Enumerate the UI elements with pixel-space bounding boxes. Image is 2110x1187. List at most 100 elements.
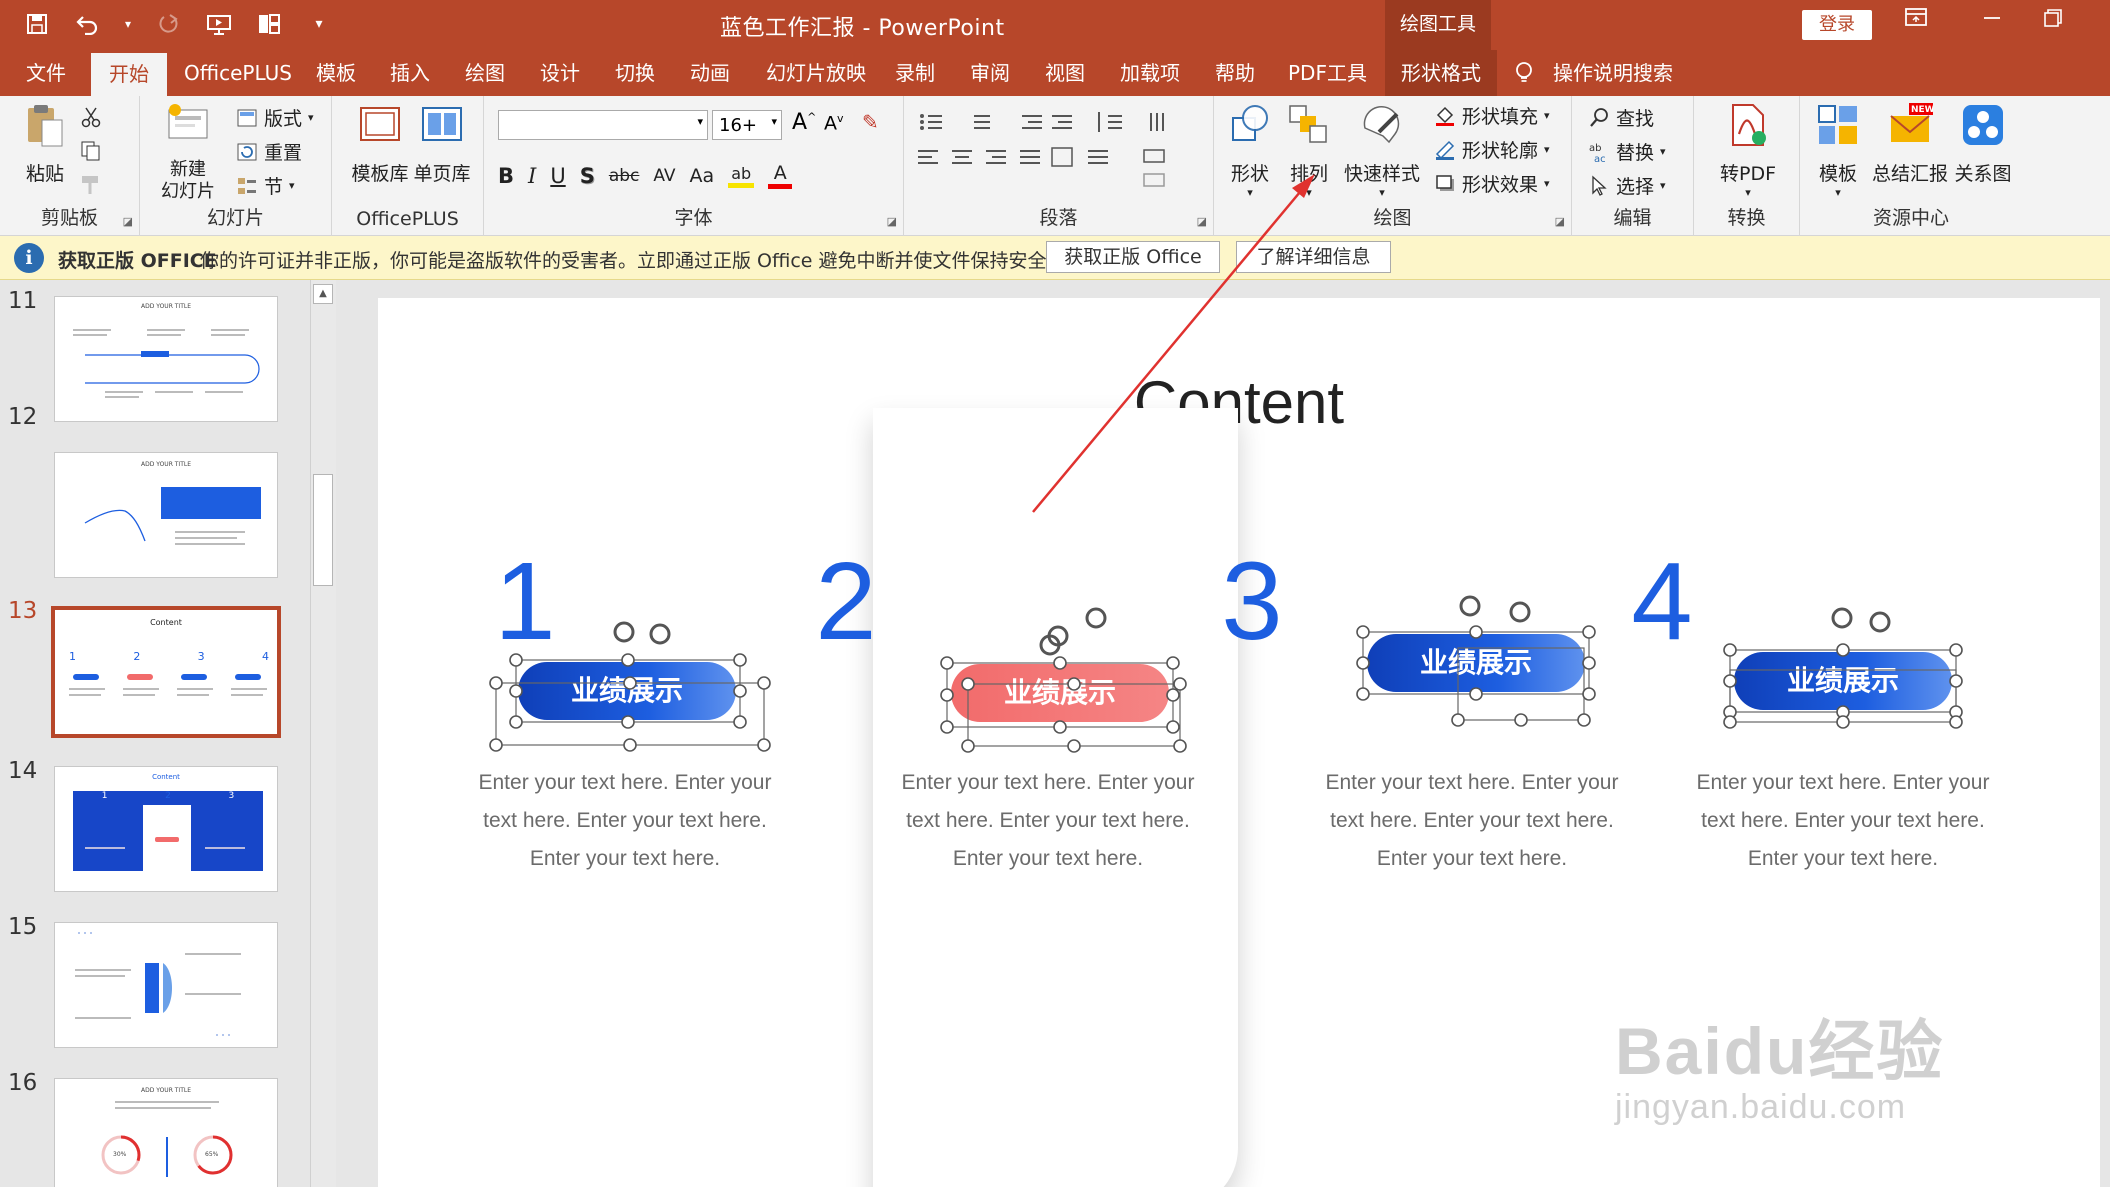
clipboard-launcher-icon[interactable]: ◪ [123,215,133,228]
shape-outline-button[interactable]: 形状轮廓 ▾ [1434,136,1550,163]
clear-formatting-icon[interactable]: ✎ [862,110,879,134]
underline-button[interactable]: U [550,164,565,188]
italic-button[interactable]: I [528,164,536,188]
tab-templates[interactable]: 模板 [316,50,356,96]
login-button[interactable]: 登录 [1802,10,1872,40]
restore-icon[interactable] [2043,8,2063,34]
item-text-3[interactable]: Enter your text here. Enter your text he… [1307,764,1637,878]
format-painter-icon[interactable] [80,174,102,200]
reset-button[interactable]: 重置 [236,138,302,165]
badge-pill-3[interactable]: 业绩展示 [1367,634,1585,692]
tab-transitions[interactable]: 切换 [615,50,655,96]
arrange-button[interactable]: 排列 ▾ [1284,102,1334,199]
item-text-4[interactable]: Enter your text here. Enter your text he… [1678,764,2008,878]
item-text-2[interactable]: Enter your text here. Enter your text he… [883,764,1213,878]
start-from-beginning-icon[interactable] [204,9,234,39]
tab-shape-format[interactable]: 形状格式 [1385,50,1497,96]
slide-thumbnail-15[interactable] [54,922,278,1048]
tell-me-search[interactable]: 操作说明搜索 [1553,50,1673,96]
slide-thumbnail-12[interactable]: ADD YOUR TITLE [54,452,278,578]
slide-thumbnail-16[interactable]: ADD YOUR TITLE 30% 65% [54,1078,278,1187]
select-button[interactable]: 选择 ▾ [1588,172,1666,199]
customize-qat-icon[interactable]: ▾ [304,9,334,39]
badge-pill-4[interactable]: 业绩展示 [1734,652,1952,710]
drawing-launcher-icon[interactable]: ◪ [1555,215,1565,228]
slide-title[interactable]: Content [378,368,2100,437]
tab-officeplus[interactable]: OfficePLUS [184,50,292,96]
item-number-2[interactable]: 2 [786,538,906,665]
item-text-1[interactable]: Enter your text here. Enter your text he… [460,764,790,878]
redo-icon[interactable] [154,9,184,39]
tab-home[interactable]: 开始 [91,53,167,96]
badge-pill-2[interactable]: 业绩展示 [951,664,1169,722]
tab-help[interactable]: 帮助 [1215,50,1255,96]
bold-button[interactable]: B [498,164,514,188]
summary-report-button[interactable]: NEW 总结汇报 [1872,102,1948,186]
search-icon [1590,107,1608,127]
paste-button[interactable]: 粘贴 [14,102,76,186]
scrollbar-thumb[interactable] [313,474,333,586]
layout-button[interactable]: 版式 ▾ [236,104,314,131]
relation-diagram-button[interactable]: 关系图 [1952,102,2014,186]
shape-fill-button[interactable]: 形状填充 ▾ [1434,102,1550,129]
template-library-button[interactable]: 模板库 [350,102,410,186]
layout-icon[interactable] [254,9,284,39]
text-shadow-button[interactable]: S [580,164,595,188]
font-color-icon[interactable]: A [768,162,793,189]
font-launcher-icon[interactable]: ◪ [887,215,897,228]
templates-button[interactable]: 模板 ▾ [1808,102,1868,199]
replace-button[interactable]: ab ac 替换 ▾ [1588,138,1666,165]
item-number-1[interactable]: 1 [465,538,585,665]
slide-thumbnail-13[interactable]: Content 1 2 3 4 [51,606,281,738]
tab-file[interactable]: 文件 [26,50,66,96]
learn-more-button[interactable]: 了解详细信息 [1236,241,1391,273]
highlight-color-icon[interactable]: ab [728,164,755,188]
paragraph-launcher-icon[interactable]: ◪ [1197,215,1207,228]
shapes-button[interactable]: 形状 ▾ [1220,102,1280,199]
tab-record[interactable]: 录制 [895,50,935,96]
undo-dropdown-icon[interactable]: ▾ [122,9,134,39]
change-case-button[interactable]: Aa [690,165,715,187]
new-slide-button[interactable]: 新建 幻灯片 [152,102,224,203]
tab-view[interactable]: 视图 [1045,50,1085,96]
thumbnail-scrollbar[interactable]: ▲ [310,280,336,1187]
item-text-line: Enter your text here. Enter your [901,771,1195,794]
scroll-up-arrow-icon[interactable]: ▲ [313,284,333,304]
character-spacing-button[interactable]: AV [653,166,675,186]
undo-icon[interactable] [72,9,102,39]
find-button[interactable]: 查找 [1588,104,1654,131]
tab-slideshow[interactable]: 幻灯片放映 [766,50,866,96]
tab-design[interactable]: 设计 [540,50,580,96]
font-name-dropdown-icon[interactable]: ▾ [697,115,703,128]
slide-thumbnail-11[interactable]: ADD YOUR TITLE [54,296,278,422]
baidu-watermark: Baidu经验 jingyan.baidu.com [1615,998,1944,1127]
tab-animations[interactable]: 动画 [690,50,730,96]
get-genuine-office-button[interactable]: 获取正版 Office [1046,241,1220,273]
slide-thumbnail-14[interactable]: Content 1 2 3 [54,766,278,892]
tab-pdf-tools[interactable]: PDF工具 [1288,50,1367,96]
badge-pill-1[interactable]: 业绩展示 [518,662,736,720]
strikethrough-button[interactable]: abc [609,166,640,186]
font-size-box[interactable]: 16+ ▾ [712,110,782,140]
item-number-4[interactable]: 4 [1602,538,1722,665]
copy-icon[interactable] [80,140,102,166]
quick-styles-button[interactable]: 快速样式 ▾ [1342,102,1422,199]
tab-addins[interactable]: 加载项 [1120,50,1180,96]
decrease-font-icon[interactable]: Av [824,112,844,134]
single-page-library-button[interactable]: 单页库 [412,102,472,186]
ribbon-display-options-icon[interactable] [1905,8,1927,34]
tab-review[interactable]: 审阅 [970,50,1010,96]
font-size-dropdown-icon[interactable]: ▾ [771,115,777,128]
minimize-icon[interactable] [1982,8,2002,34]
section-button[interactable]: 节 ▾ [236,172,295,199]
save-icon[interactable] [22,9,52,39]
shape-effects-button[interactable]: 形状效果 ▾ [1434,170,1550,197]
increase-font-icon[interactable]: A^ [792,110,816,135]
item-number-3[interactable]: 3 [1192,538,1312,665]
tab-insert[interactable]: 插入 [390,50,430,96]
font-name-box[interactable]: ▾ [498,110,708,140]
tab-draw[interactable]: 绘图 [465,50,505,96]
cut-icon[interactable] [80,106,102,132]
powerpoint-window: ▾ ▾ 蓝色工作汇报 - PowerPoint 绘图工具 登录 文件 开始 Of… [0,0,2110,1187]
convert-pdf-button[interactable]: 转PDF ▾ [1706,102,1790,199]
